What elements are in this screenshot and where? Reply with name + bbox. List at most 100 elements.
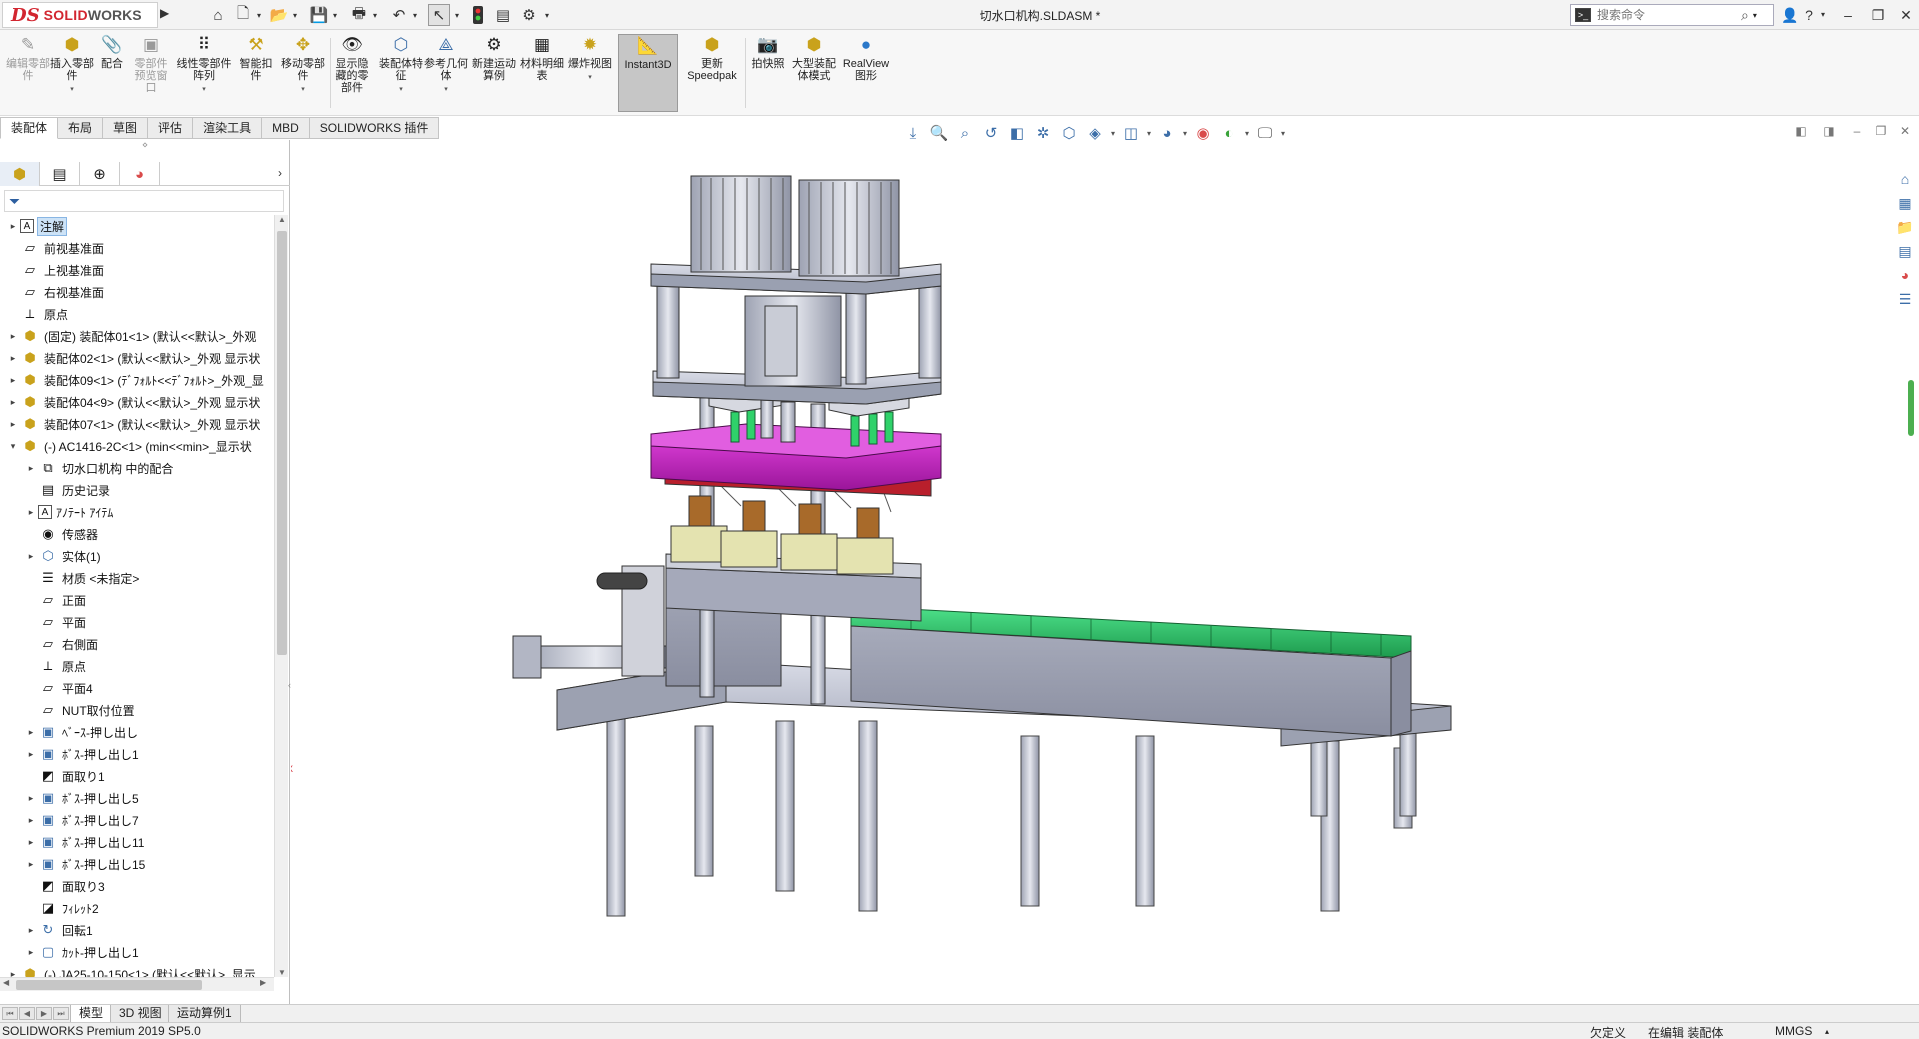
unit-system[interactable]: MMGS [1775, 1024, 1812, 1038]
tree-item[interactable]: ▱ 正面 [24, 589, 86, 611]
property-manager-tab-icon[interactable]: ▤ [40, 162, 80, 186]
instant3d-button[interactable]: 📐 Instant3D [618, 34, 678, 112]
prev-tab-icon[interactable]: ◀ [19, 1007, 35, 1020]
large-assembly-button[interactable]: ⬢ 大型装配体模式 [792, 34, 836, 112]
mate-button[interactable]: 📎 配合 [94, 34, 130, 112]
assembly-feature-dropdown-icon[interactable]: ▾ [399, 84, 403, 96]
edit-component-button[interactable]: ✎ 编辑零部件 [6, 34, 50, 112]
insert-component-dropdown-icon[interactable]: ▾ [70, 84, 74, 96]
expand-arrow-icon[interactable]: ▸ [6, 969, 20, 978]
help-icon[interactable]: ? [1801, 4, 1817, 26]
horizontal-scroll-thumb[interactable] [16, 980, 202, 990]
edit-appearance-icon[interactable]: ◕ [1154, 125, 1180, 142]
appearances-icon[interactable]: ◕ [1894, 264, 1916, 286]
move-component-dropdown-icon[interactable]: ▾ [301, 84, 305, 96]
restore-icon[interactable]: ❐ [1866, 4, 1890, 26]
viewport-tile-icon[interactable]: ◧ [1790, 124, 1812, 142]
expand-arrow-icon[interactable]: ▸ [24, 507, 38, 518]
tree-item[interactable]: ▱ 前视基准面 [6, 237, 104, 259]
expand-arrow-icon[interactable]: ▸ [24, 463, 38, 474]
print-icon[interactable]: 🖶 [348, 4, 370, 26]
tree-item[interactable]: ⟂ 原点 [24, 655, 86, 677]
display-manager-tab-icon[interactable]: ◕ [120, 162, 160, 186]
tree-item[interactable]: ▱ 平面 [24, 611, 86, 633]
zoom-to-area-icon[interactable]: ⌕ [952, 125, 978, 142]
tab-model[interactable]: 模型 [70, 1005, 113, 1023]
tree-item[interactable]: ▸ ⬢ 装配体02<1> (默认<<默认>_外观 显示状 [6, 347, 261, 369]
tree-item[interactable]: ▸ A 注解 [6, 215, 68, 237]
design-library-icon[interactable]: ▦ [1894, 192, 1916, 214]
preview-window-button[interactable]: ▣ 零部件预览窗口 [130, 34, 172, 112]
expand-arrow-icon[interactable]: ▸ [6, 375, 20, 386]
bom-button[interactable]: ▦ 材料明细表 [520, 34, 564, 112]
reference-geometry-button[interactable]: ⟁ 参考几何体 ▾ [424, 34, 468, 112]
view-orientation-cube-icon[interactable]: ⬡ [1056, 124, 1082, 142]
collapse-arrow-icon[interactable]: ▾ [6, 441, 20, 452]
search-dropdown-icon[interactable]: ▾ [1753, 11, 1757, 20]
new-dropdown-icon[interactable]: ▾ [254, 4, 264, 26]
search-input[interactable] [1597, 8, 1737, 22]
display-style-icon[interactable]: ◈ [1082, 124, 1108, 142]
tree-vertical-scrollbar[interactable]: ▲ ▼ [274, 215, 288, 977]
tree-item[interactable]: ▸ ⧉ 切水口机构 中的配合 [24, 457, 174, 479]
expand-arrow-icon[interactable]: ▸ [24, 793, 38, 804]
tree-item[interactable]: ▸ ▢ ｶｯﾄ-押し出し1 [24, 941, 139, 963]
tree-item[interactable]: ⟂ 原点 [6, 303, 68, 325]
task-pane-home-icon[interactable]: ⌂ [1894, 168, 1916, 190]
speedpak-button[interactable]: ⬢ 更新Speedpak [682, 34, 742, 112]
show-hidden-button[interactable]: 👁 显示隐藏的零部件 [332, 34, 372, 112]
hide-show-dropdown-icon[interactable]: ▾ [1144, 129, 1154, 138]
tab-render-tools[interactable]: 渲染工具 [193, 117, 263, 139]
tree-item[interactable]: ▱ NUT取付位置 [24, 699, 135, 721]
linear-pattern-dropdown-icon[interactable]: ▾ [202, 84, 206, 96]
print-dropdown-icon[interactable]: ▾ [370, 4, 380, 26]
tree-item[interactable]: ▸ ▣ ﾍﾞｰｽ-押し出し [24, 721, 138, 743]
viewport-close-icon[interactable]: ✕ [1894, 124, 1916, 142]
view-orient-arrow-icon[interactable]: ⤓ [900, 125, 926, 142]
custom-properties-icon[interactable]: ☰ [1894, 288, 1916, 310]
exploded-view-dropdown-icon[interactable]: ▾ [588, 72, 592, 84]
expand-arrow-icon[interactable]: ▸ [24, 727, 38, 738]
tree-item[interactable]: ◉ 传感器 [24, 523, 98, 545]
tree-item[interactable]: ▾ ⬢ (-) AC1416-2C<1> (min<<min>_显示状 [6, 435, 252, 457]
tree-item[interactable]: ☰ 材质 <未指定> [24, 567, 139, 589]
next-tab-icon[interactable]: ▶ [36, 1007, 52, 1020]
tab-motion-study[interactable]: 运动算例1 [168, 1005, 241, 1023]
viewport-tile2-icon[interactable]: ◨ [1818, 124, 1840, 142]
tree-item[interactable]: ▸ ⬡ 实体(1) [24, 545, 101, 567]
first-tab-icon[interactable]: ⏮ [2, 1007, 18, 1020]
save-dropdown-icon[interactable]: ▾ [330, 4, 340, 26]
expand-arrow-icon[interactable]: ▸ [24, 551, 38, 562]
tree-item[interactable]: ▸ A ｱﾉﾃｰﾄ ｱｲﾃﾑ [24, 501, 113, 523]
save-icon[interactable]: 💾 [308, 4, 330, 26]
scroll-left-icon[interactable]: ◀ [3, 978, 9, 987]
select-arrow-icon[interactable]: ↖ [428, 4, 450, 26]
tree-item[interactable]: ▸ ⬢ (-) JA25-10-150<1> (默认<<默认>_显示 [6, 963, 256, 977]
assembly-feature-button[interactable]: ⬡ 装配体特征 ▾ [378, 34, 424, 112]
apply-scene-icon[interactable]: ◉ [1190, 124, 1216, 142]
reference-geometry-dropdown-icon[interactable]: ▾ [444, 84, 448, 96]
units-dropdown-icon[interactable]: ▴ [1825, 1027, 1829, 1036]
file-properties-icon[interactable]: ▤ [492, 4, 514, 26]
view-palette-icon[interactable]: ▤ [1894, 240, 1916, 262]
tab-sketch[interactable]: 草图 [103, 117, 149, 139]
tree-item[interactable]: ▤ 历史记录 [24, 479, 110, 501]
file-explorer-icon[interactable]: 📁 [1894, 216, 1916, 238]
tree-item[interactable]: ▸ ▣ ﾎﾞｽ-押し出し11 [24, 831, 145, 853]
tree-horizontal-scrollbar[interactable]: ◀ ▶ [0, 977, 274, 991]
motion-study-button[interactable]: ⚙ 新建运动算例 [472, 34, 516, 112]
solidworks-logo[interactable]: DS SOLID WORKS [2, 2, 158, 28]
tree-item[interactable]: ▸ ⬢ 装配体09<1> (ﾃﾞﾌｫﾙﾄ<<ﾃﾞﾌｫﾙﾄ>_外观_显 [6, 369, 264, 391]
expand-arrow-icon[interactable]: ▸ [24, 749, 38, 760]
new-document-icon[interactable]: 🗋 [232, 4, 254, 26]
last-tab-icon[interactable]: ⏭ [53, 1007, 69, 1020]
scroll-up-icon[interactable]: ▲ [275, 215, 289, 224]
expand-arrow-icon[interactable]: ▸ [24, 947, 38, 958]
filter-icon[interactable]: ⏷ [9, 193, 20, 210]
smart-fastener-button[interactable]: ⚒ 智能扣件 [236, 34, 276, 112]
expand-arrow-icon[interactable]: ▸ [6, 397, 20, 408]
feature-manager-tab-icon[interactable]: ⬢ [0, 162, 40, 186]
tree-item[interactable]: ▸ ↻ 回転1 [24, 919, 93, 941]
tree-item[interactable]: ▸ ▣ ﾎﾞｽ-押し出し7 [24, 809, 139, 831]
tree-item[interactable]: ▸ ▣ ﾎﾞｽ-押し出し1 [24, 743, 139, 765]
